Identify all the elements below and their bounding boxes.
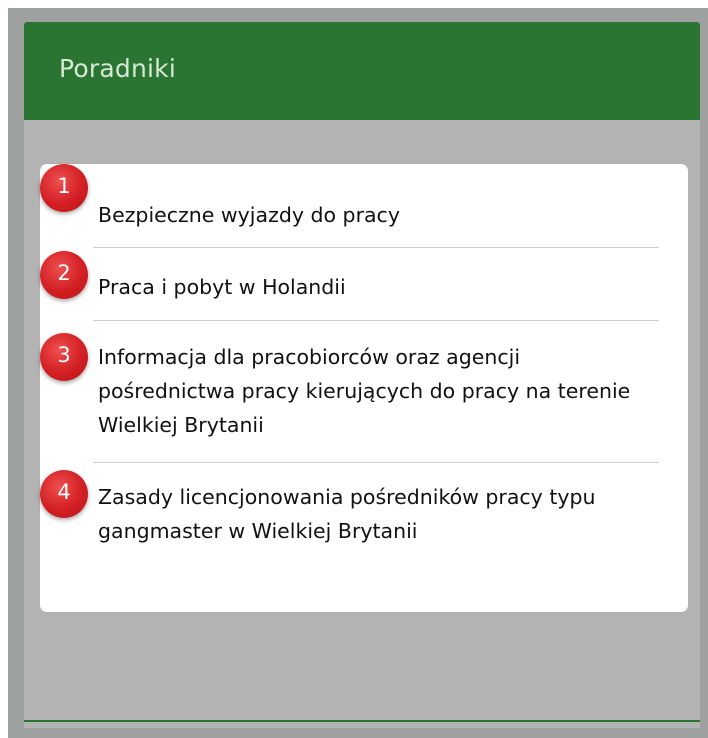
- list-divider: [93, 462, 659, 463]
- widget-header: Poradniki: [24, 22, 700, 120]
- guide-link-2[interactable]: Praca i pobyt w Holandii: [98, 270, 658, 304]
- number-badge-2: 2: [40, 251, 88, 299]
- guides-widget: Poradniki Bezpieczne wyjazdy do pracy Pr…: [24, 22, 700, 728]
- widget-title: Poradniki: [59, 54, 176, 83]
- number-badge-1: 1: [40, 164, 88, 212]
- screen: Poradniki Bezpieczne wyjazdy do pracy Pr…: [0, 0, 708, 738]
- guide-link-1[interactable]: Bezpieczne wyjazdy do pracy: [98, 198, 658, 232]
- guides-list: Bezpieczne wyjazdy do pracy Praca i poby…: [40, 164, 688, 612]
- guide-link-4[interactable]: Zasady licencjonowania pośredników pracy…: [98, 480, 658, 548]
- widget-bottom-border: [24, 720, 700, 722]
- number-badge-3: 3: [40, 333, 88, 381]
- number-badge-4: 4: [40, 470, 88, 518]
- guide-link-3[interactable]: Informacja dla pracobiorców oraz agencji…: [98, 340, 658, 442]
- list-divider: [93, 320, 659, 321]
- list-divider: [93, 247, 659, 248]
